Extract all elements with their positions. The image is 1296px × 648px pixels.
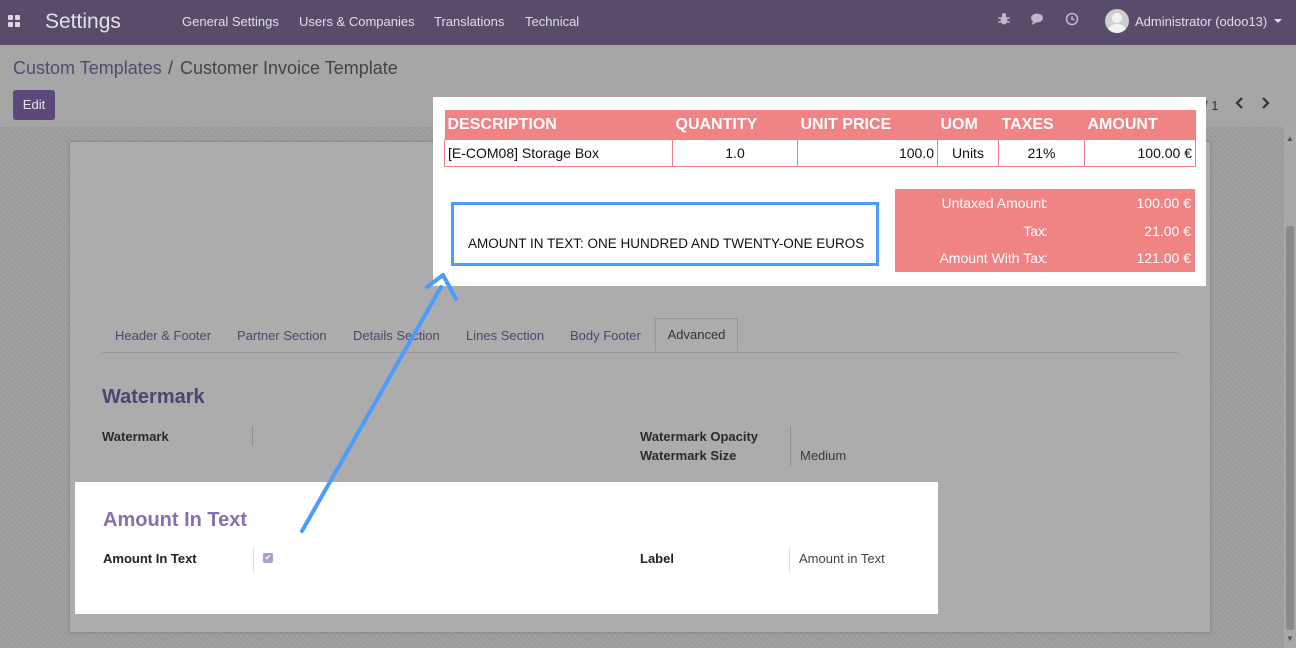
amount-in-text-title: Amount In Text: [103, 509, 248, 531]
label-field-value[interactable]: Amount in Text: [799, 551, 885, 566]
invoice-lines-table: DESCRIPTION QUANTITY UNIT PRICE UOM TAXE…: [444, 110, 1196, 167]
watermark-size-label: Watermark Size: [640, 448, 737, 463]
apps-icon[interactable]: [8, 15, 20, 27]
column-header: UOM: [937, 110, 999, 140]
notebook-tabs: Header & Footer Partner Section Details …: [102, 318, 1178, 353]
field-divider: [790, 426, 791, 466]
cell-quantity: 1.0: [672, 139, 798, 167]
bug-icon[interactable]: [995, 12, 1013, 30]
invoice-totals: Untaxed Amount : 100.00 € Tax : 21.00 € …: [895, 189, 1195, 272]
amount-in-text-value: AMOUNT IN TEXT: ONE HUNDRED AND TWENTY-O…: [468, 236, 865, 251]
cell-taxes: 21%: [998, 139, 1085, 167]
tax-value: 21.00 €: [1144, 223, 1191, 239]
tax-label: Tax: [1023, 223, 1045, 239]
table-row: [E-COM08] Storage Box 1.0 100.0 Units 21…: [444, 139, 1196, 167]
breadcrumb-parent[interactable]: Custom Templates: [13, 58, 162, 79]
scrollbar-thumb[interactable]: [1286, 226, 1294, 630]
untaxed-amount-value: 100.00 €: [1136, 195, 1192, 211]
tab-partner-section[interactable]: Partner Section: [237, 328, 327, 343]
column-header: UNIT PRICE: [797, 110, 938, 140]
tab-details-section[interactable]: Details Section: [353, 328, 440, 343]
column-header: AMOUNT: [1084, 110, 1196, 140]
scroll-down-icon[interactable]: ▼: [1286, 634, 1294, 643]
amount-in-text-label: Amount In Text: [103, 551, 197, 566]
field-divider: [252, 426, 253, 446]
column-header: DESCRIPTION: [444, 110, 673, 140]
field-divider: [253, 547, 254, 573]
amount-in-text-highlight: AMOUNT IN TEXT: ONE HUNDRED AND TWENTY-O…: [451, 202, 879, 266]
watermark-opacity-label: Watermark Opacity: [640, 429, 759, 444]
totals-colon: :: [1044, 195, 1048, 211]
tab-advanced[interactable]: Advanced: [655, 318, 738, 352]
tab-body-footer[interactable]: Body Footer: [570, 328, 641, 343]
tab-lines-section[interactable]: Lines Section: [466, 328, 544, 343]
watermark-size-value[interactable]: Medium: [800, 448, 846, 463]
untaxed-amount-label: Untaxed Amount: [941, 195, 1045, 211]
cell-description: [E-COM08] Storage Box: [444, 139, 673, 167]
app-title: Settings: [45, 10, 121, 33]
chat-icon[interactable]: [1029, 12, 1047, 30]
column-header: TAXES: [998, 110, 1085, 140]
label-field-label: Label: [640, 551, 674, 566]
menu-users-companies[interactable]: Users & Companies: [299, 14, 415, 29]
breadcrumb-separator: /: [168, 58, 174, 78]
scroll-up-icon[interactable]: ▲: [1286, 134, 1294, 143]
table-header-row: DESCRIPTION QUANTITY UNIT PRICE UOM TAXE…: [444, 110, 1196, 140]
edit-button[interactable]: Edit: [13, 90, 55, 120]
breadcrumb-current: Customer Invoice Template: [180, 58, 398, 78]
watermark-label: Watermark: [102, 429, 169, 444]
clock-icon[interactable]: [1063, 12, 1081, 30]
totals-colon: :: [1044, 250, 1048, 266]
amount-with-tax-value: 121.00 €: [1136, 250, 1192, 266]
totals-colon: :: [1044, 223, 1048, 239]
amount-in-text-panel: Amount In Text Amount In Text ✔ Label Am…: [75, 482, 938, 614]
pager-value: / 1: [1204, 98, 1219, 113]
amount-in-text-checkbox[interactable]: ✔: [263, 553, 273, 563]
cell-amount: 100.00 €: [1084, 139, 1196, 167]
chevron-down-icon[interactable]: [1274, 19, 1282, 23]
menu-general-settings[interactable]: General Settings: [182, 14, 279, 29]
amount-with-tax-label: Amount With Tax: [939, 250, 1045, 266]
field-divider: [789, 547, 790, 573]
tab-header-footer[interactable]: Header & Footer: [115, 328, 211, 343]
chevron-right-icon[interactable]: [1260, 96, 1272, 115]
menu-technical[interactable]: Technical: [525, 14, 579, 29]
column-header: QUANTITY: [672, 110, 798, 140]
cell-uom: Units: [937, 139, 999, 167]
menu-translations[interactable]: Translations: [434, 14, 504, 29]
user-avatar[interactable]: [1105, 9, 1129, 33]
user-menu[interactable]: Administrator (odoo13): [1135, 14, 1267, 29]
top-navbar: Settings General Settings Users & Compan…: [0, 0, 1296, 45]
chevron-left-icon[interactable]: [1233, 96, 1245, 115]
watermark-section-title: Watermark: [102, 386, 205, 408]
cell-unit-price: 100.0: [797, 139, 938, 167]
